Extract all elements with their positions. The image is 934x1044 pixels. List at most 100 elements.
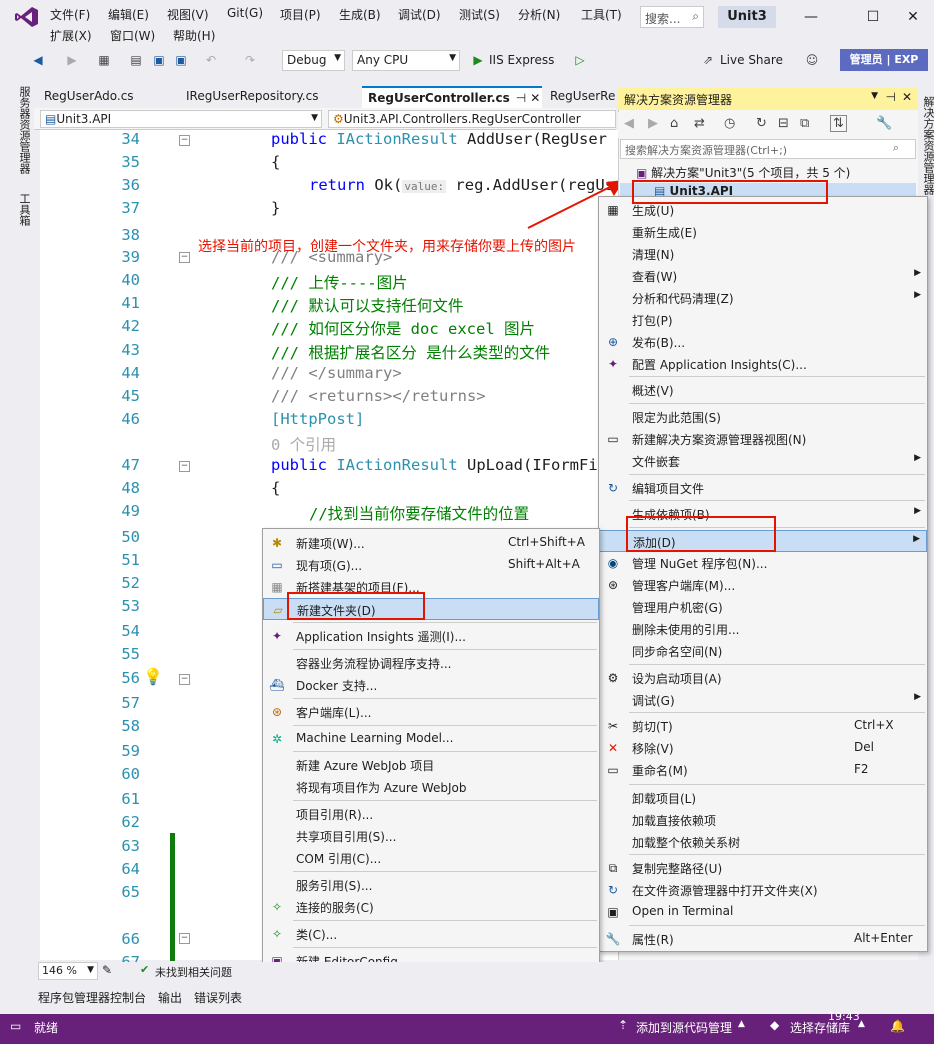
server-explorer-tab[interactable]: 服务器资源管理器 — [16, 86, 32, 174]
reference-count-lens[interactable]: 0 个引用 — [271, 433, 336, 455]
context-menu-item[interactable]: ⚙ 设为启动项目(A) — [599, 667, 927, 689]
tab-reguserrep[interactable]: RegUserRep — [544, 86, 616, 108]
collapse-toggle[interactable]: − — [179, 252, 190, 263]
add-menu-item[interactable]: 项目引用(R)... — [263, 803, 599, 825]
history-icon[interactable]: ◷ — [724, 116, 735, 131]
context-menu-item[interactable]: 概述(V) — [599, 379, 927, 401]
context-menu-item[interactable]: ✕ 移除(V) Del — [599, 737, 927, 759]
minimize-button[interactable]: — — [798, 4, 824, 30]
collapse-toggle[interactable]: − — [179, 135, 190, 146]
context-menu-item[interactable]: ✂ 剪切(T) Ctrl+X — [599, 715, 927, 737]
code-cleanup-icon[interactable]: ✎ — [102, 963, 112, 977]
switch-views-icon[interactable]: ⇄ — [694, 116, 705, 131]
context-menu-item[interactable]: 分析和代码清理(Z) ▶ — [599, 287, 927, 309]
add-menu-item[interactable]: ⛴ Docker 支持... — [263, 674, 599, 696]
context-menu-item[interactable]: 重新生成(E) — [599, 221, 927, 243]
add-menu-item[interactable]: COM 引用(C)... — [263, 847, 599, 869]
menu-tools[interactable]: 工具(T) — [581, 6, 622, 23]
forward-icon[interactable]: ▶ — [64, 52, 80, 68]
context-menu-item[interactable]: 打包(P) — [599, 309, 927, 331]
open-icon[interactable]: ▤ — [128, 52, 144, 68]
issues-status[interactable]: 未找到相关问题 — [155, 964, 232, 980]
add-menu-item[interactable]: 将现有项目作为 Azure WebJob — [263, 776, 599, 798]
add-menu-item[interactable]: ✲ Machine Learning Model... — [263, 728, 599, 750]
zoom-dropdown[interactable]: 146 % ▼ — [38, 962, 98, 980]
context-menu-item[interactable]: ⊛ 管理客户端库(M)... — [599, 574, 927, 596]
search-input[interactable]: 搜索... ⌕ — [640, 6, 704, 28]
add-menu-item[interactable]: ✱ 新建项(W)... Ctrl+Shift+A — [263, 532, 599, 554]
wrench-icon[interactable]: 🔧 — [876, 116, 892, 131]
context-menu-item[interactable]: 管理用户机密(G) — [599, 596, 927, 618]
save-icon[interactable]: ▣ — [151, 52, 167, 68]
context-menu-item[interactable]: 加载整个依赖关系树 — [599, 831, 927, 853]
new-project-icon[interactable]: ▦ — [96, 52, 112, 68]
context-menu-item[interactable]: ▭ 新建解决方案资源管理器视图(N) — [599, 428, 927, 450]
menu-test[interactable]: 测试(S) — [459, 6, 500, 23]
context-menu-item[interactable]: ⧉ 复制完整路径(U) — [599, 857, 927, 879]
platform-dropdown[interactable]: Any CPU ▼ — [352, 50, 460, 71]
back-icon[interactable]: ◀ — [624, 116, 634, 131]
add-source-control-button[interactable]: 添加到源代码管理 — [636, 1019, 732, 1036]
home-icon[interactable]: ⌂ — [670, 116, 678, 131]
sync-icon[interactable]: ⇅ — [830, 115, 847, 132]
back-icon[interactable]: ◀ — [30, 52, 46, 68]
context-menu-item[interactable]: 删除未使用的引用... — [599, 618, 927, 640]
menu-extensions[interactable]: 扩展(X) — [50, 27, 92, 44]
config-dropdown[interactable]: Debug ▼ — [282, 50, 345, 71]
tab-regusercontroller[interactable]: RegUserController.cs ⊣ ✕ — [362, 86, 542, 108]
add-menu-item[interactable]: ⊛ 客户端库(L)... — [263, 701, 599, 723]
add-menu-item[interactable]: ✦ Application Insights 遥测(I)... — [263, 625, 599, 647]
live-share-icon[interactable]: ⇗ — [700, 52, 716, 68]
menu-window[interactable]: 窗口(W) — [110, 27, 155, 44]
menu-build[interactable]: 生成(B) — [339, 6, 381, 23]
toolbox-tab[interactable]: 工具箱 — [16, 193, 32, 226]
tab-reguserado[interactable]: RegUserAdo.cs — [38, 86, 178, 108]
pin-icon[interactable]: ⊣ — [886, 90, 896, 104]
collapse-toggle[interactable]: − — [179, 674, 190, 685]
menu-edit[interactable]: 编辑(E) — [108, 6, 149, 23]
run-icon[interactable]: ▶ — [470, 52, 486, 68]
project-navigation-dropdown[interactable]: ▤Unit3.API ▼ — [40, 110, 322, 128]
run-target-label[interactable]: IIS Express — [489, 53, 554, 67]
save-all-icon[interactable]: ▣ — [173, 52, 189, 68]
add-menu-item[interactable]: 服务引用(S)... — [263, 874, 599, 896]
menu-debug[interactable]: 调试(D) — [398, 6, 441, 23]
context-menu-item[interactable]: 查看(W) ▶ — [599, 265, 927, 287]
close-button[interactable]: ✕ — [900, 4, 926, 30]
panel-close-icon[interactable]: ✕ — [902, 90, 912, 104]
tab-iregusrepository[interactable]: IRegUserRepository.cs — [180, 86, 358, 108]
add-menu-item[interactable]: 共享项目引用(S)... — [263, 825, 599, 847]
maximize-button[interactable]: ☐ — [860, 4, 886, 30]
context-menu-item[interactable]: ⊕ 发布(B)... — [599, 331, 927, 353]
add-menu-item[interactable]: 新建 Azure WebJob 项目 — [263, 754, 599, 776]
add-menu-item[interactable]: 容器业务流程协调程序支持... — [263, 652, 599, 674]
chevron-up-icon[interactable]: ▲ — [738, 1019, 745, 1029]
collapse-toggle[interactable]: − — [179, 461, 190, 472]
solution-explorer-side-tab[interactable]: 解决方案资源管理器 — [920, 96, 934, 195]
feedback-icon[interactable]: ☺ — [804, 52, 820, 68]
add-menu-item[interactable]: ✧ 类(C)... — [263, 923, 599, 945]
menu-analyze[interactable]: 分析(N) — [518, 6, 560, 23]
context-menu-item[interactable]: ▭ 重命名(M) F2 — [599, 759, 927, 781]
context-menu-item[interactable]: ◉ 管理 NuGet 程序包(N)... — [599, 552, 927, 574]
context-menu-item[interactable]: ↻ 在文件资源管理器中打开文件夹(X) — [599, 879, 927, 901]
show-all-files-icon[interactable]: ⧉ — [800, 116, 809, 131]
tab-package-manager-console[interactable]: 程序包管理器控制台 — [38, 989, 146, 1006]
menu-project[interactable]: 项目(P) — [280, 6, 321, 23]
redo-icon[interactable]: ↷ — [242, 52, 258, 68]
context-menu-item[interactable]: 调试(G) ▶ — [599, 689, 927, 711]
notification-icon[interactable]: 🔔 — [890, 1019, 905, 1033]
run-without-debug-icon[interactable]: ▷ — [572, 52, 588, 68]
undo-icon[interactable]: ↶ — [203, 52, 219, 68]
collapse-toggle[interactable]: − — [179, 933, 190, 944]
context-menu-item[interactable]: 文件嵌套 ▶ — [599, 450, 927, 472]
context-menu-item[interactable]: ▣ Open in Terminal — [599, 901, 927, 923]
lightbulb-icon[interactable]: 💡 — [143, 667, 163, 686]
menu-git[interactable]: Git(G) — [227, 6, 263, 20]
tab-close-icon[interactable]: ✕ — [530, 91, 540, 105]
context-menu-item[interactable]: 清理(N) — [599, 243, 927, 265]
tab-output[interactable]: 输出 — [158, 989, 182, 1006]
context-menu-item[interactable]: ↻ 编辑项目文件 — [599, 477, 927, 499]
forward-icon[interactable]: ▶ — [648, 116, 658, 131]
context-menu-item[interactable]: 🔧 属性(R) Alt+Enter — [599, 928, 927, 950]
